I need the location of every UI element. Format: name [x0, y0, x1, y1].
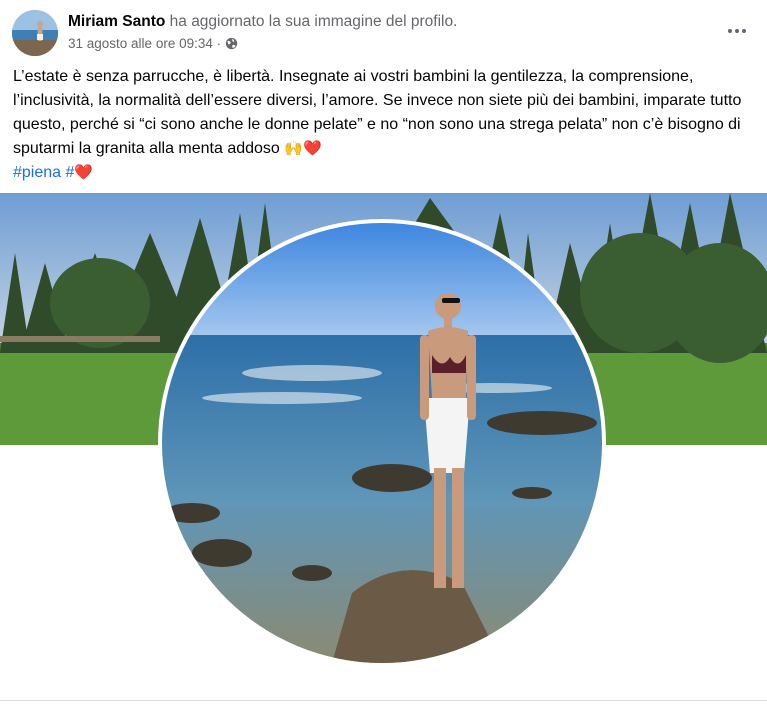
hashtags-line: #piena #❤️ — [13, 161, 758, 185]
action-text: ha aggiornato la sua immagine del profil… — [169, 13, 458, 30]
profile-photo[interactable] — [162, 223, 602, 663]
post-body-text: L’estate è senza parrucche, è libertà. I… — [13, 65, 758, 161]
post-meta: 31 agosto alle ore 09:34 · — [68, 36, 238, 51]
hashtag-heart-link[interactable]: #❤️ — [66, 164, 94, 181]
avatar-image — [12, 10, 58, 56]
author-avatar[interactable] — [12, 10, 58, 56]
more-options-icon — [728, 29, 732, 33]
raising-hands-heart-emoji: 🙌❤️ — [284, 140, 322, 157]
author-line: Miriam Santo ha aggiornato la sua immagi… — [68, 13, 457, 31]
post-timestamp[interactable]: 31 agosto alle ore 09:34 · — [68, 36, 221, 51]
heart-emoji: ❤️ — [74, 164, 94, 181]
post-body: L’estate è senza parrucche, è libertà. I… — [13, 65, 758, 185]
post-body-line: L’estate è senza parrucche, è libertà. I… — [13, 68, 742, 157]
post-header: Miriam Santo ha aggiornato la sua immagi… — [12, 10, 752, 56]
author-name-link[interactable]: Miriam Santo — [68, 13, 165, 30]
hashtag-piena-link[interactable]: #piena — [13, 164, 61, 181]
more-options-button[interactable] — [722, 16, 752, 46]
post-divider — [0, 700, 767, 701]
profile-picture-update-post: Miriam Santo ha aggiornato la sua immagi… — [0, 0, 767, 705]
profile-photo-frame — [158, 219, 606, 667]
globe-icon — [225, 37, 238, 50]
profile-photo-image — [162, 223, 602, 663]
